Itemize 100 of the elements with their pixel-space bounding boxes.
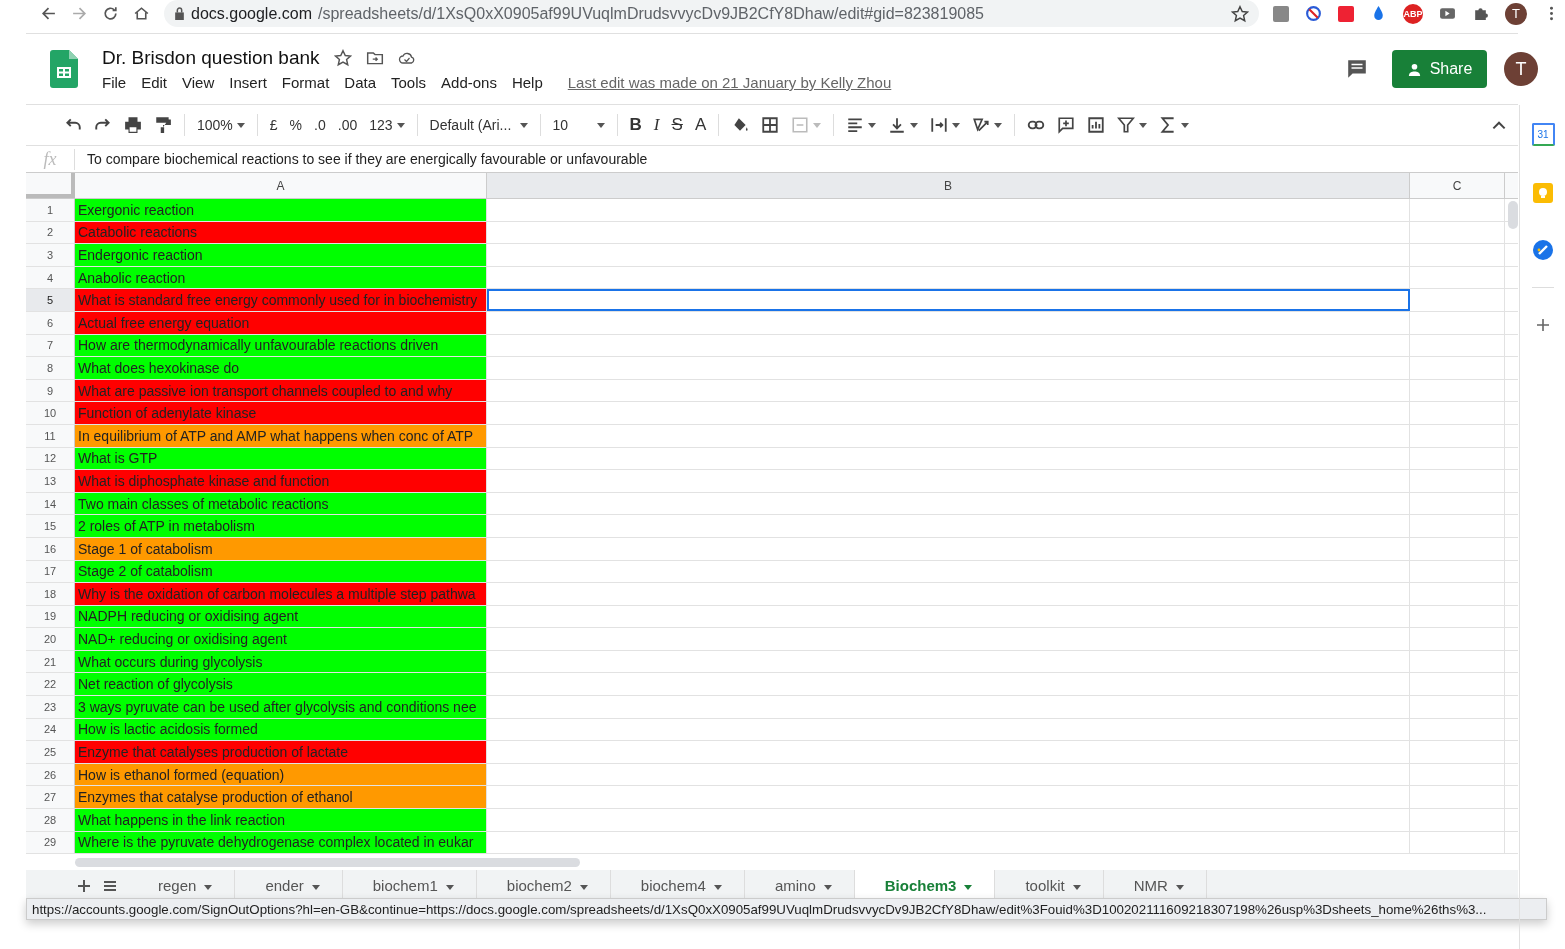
strikethrough-button[interactable]: S [671,115,683,135]
menu-item[interactable]: Data [344,74,376,91]
share-button[interactable]: Share [1392,50,1487,88]
table-cell[interactable]: How are thermodynamically unfavourable reactions driven [75,334,487,357]
number-format-dropdown[interactable]: 123 [369,117,393,133]
menu-item[interactable]: File [102,74,127,91]
forward-icon[interactable] [71,5,88,22]
table-cell[interactable]: Actual free energy equation [75,311,487,334]
table-cell[interactable]: What does hexokinase do [75,357,487,379]
star-icon[interactable] [333,49,352,67]
row-number[interactable]: 10 [26,402,75,424]
menu-item[interactable]: Help [511,74,543,91]
menu-item[interactable]: View [182,74,215,91]
table-cell[interactable]: NADPH reducing or oxidising agent [75,605,487,628]
row-number[interactable]: 4 [26,266,75,289]
menu-item[interactable]: Add-ons [441,74,497,91]
table-cell[interactable]: Stage 1 of catabolism [75,537,487,560]
borders-icon[interactable] [761,116,780,134]
back-icon[interactable] [40,5,57,22]
table-cell[interactable]: What is standard free energy commonly used for in biochemistry [75,289,487,311]
puzzle-icon[interactable] [1472,5,1489,22]
row-number[interactable]: 18 [26,583,75,605]
last-edit-link[interactable]: Last edit was made on 21 January by Kelly Zhou [567,74,892,91]
text-color-button[interactable]: A [694,115,707,135]
table-cell[interactable]: What is GTP [75,447,487,470]
comment-add-icon[interactable] [1057,116,1076,134]
table-cell[interactable]: What are passive ion transport channels coupled to and why [75,379,487,402]
row-number[interactable]: 27 [26,786,75,809]
row-number[interactable]: 28 [26,809,75,831]
menu-item[interactable]: Edit [141,74,168,91]
table-cell[interactable]: How is ethanol formed (equation) [75,763,487,786]
extension-icon[interactable] [1273,5,1289,22]
row-number[interactable]: 26 [26,763,75,786]
table-cell[interactable]: Net reaction of glycolysis [75,673,487,696]
menu-item[interactable]: Insert [229,74,267,91]
formula-input[interactable]: To compare biochemical reactions to see if they are energically favourable or unfavourable [87,151,648,167]
row-number[interactable]: 13 [26,470,75,492]
star-icon[interactable] [1231,4,1249,23]
percent-format[interactable]: % [289,117,303,133]
row-number[interactable]: 14 [26,492,75,515]
account-avatar[interactable]: T [1504,52,1538,86]
table-cell[interactable]: Catabolic reactions [75,221,487,244]
row-number[interactable]: 2 [26,221,75,244]
row-number[interactable]: 7 [26,334,75,357]
table-cell[interactable]: Why is the oxidation of carbon molecules a multiple step pathwa [75,583,487,605]
table-cell[interactable]: 2 roles of ATP in metabolism [75,515,487,537]
table-cell[interactable]: What happens in the link reaction [75,809,487,831]
row-number[interactable]: 9 [26,379,75,402]
print-icon[interactable] [124,116,142,134]
row-number[interactable]: 3 [26,244,75,266]
row-number[interactable]: 25 [26,741,75,763]
row-number[interactable]: 23 [26,696,75,718]
column-header[interactable]: B [487,173,1410,198]
document-title[interactable]: Dr. Brisdon question bank [102,47,320,69]
increase-decimal[interactable]: .00 [337,117,358,133]
add-sheet-icon[interactable] [76,878,92,895]
merge-cells-icon[interactable] [791,116,810,134]
sheets-logo-icon[interactable] [50,50,78,88]
table-cell[interactable]: Anabolic reaction [75,266,487,289]
table-cell[interactable]: Function of adenylate kinase [75,402,487,424]
extension-icon[interactable] [1338,5,1354,22]
paint-format-icon[interactable] [154,116,172,134]
row-number[interactable]: 29 [26,831,75,854]
font-dropdown[interactable]: Default (Ari... [429,117,516,133]
decrease-decimal[interactable]: .0 [314,117,326,133]
table-cell[interactable]: Two main classes of metabolic reactions [75,492,487,515]
column-header[interactable]: C [1410,173,1505,198]
row-number[interactable]: 20 [26,628,75,650]
address-bar[interactable]: docs.google.com /spreadsheets/d/1XsQ0xX0905af99UVuqlmDrudsvvycDv9JB2CfY8Dhaw/edit#gid=823819085 [164,0,1259,27]
row-number[interactable]: 16 [26,537,75,560]
currency-format[interactable]: £ [269,117,278,133]
menu-item[interactable]: Tools [391,74,427,91]
text-rotation-icon[interactable] [972,116,991,134]
bold-button[interactable]: B [629,115,642,135]
menu-item[interactable]: Format [281,74,330,91]
row-number[interactable]: 21 [26,650,75,673]
zoom-dropdown[interactable]: 100% [197,117,233,133]
select-all-corner[interactable] [26,173,75,198]
table-cell[interactable]: 3 ways pyruvate can be used after glycolysis and conditions nee [75,696,487,718]
profile-avatar[interactable]: T [1505,2,1527,25]
row-number[interactable]: 1 [26,199,75,221]
table-cell[interactable]: How is lactic acidosis formed [75,718,487,741]
adblock-badge[interactable]: ABP [1403,3,1423,24]
horizontal-scrollbar[interactable] [75,857,580,867]
table-cell[interactable]: What occurs during glycolysis [75,650,487,673]
table-cell[interactable]: Exergonic reaction [75,199,487,221]
row-number[interactable]: 17 [26,560,75,583]
row-number[interactable]: 6 [26,311,75,334]
comments-icon[interactable] [1346,58,1368,80]
table-cell[interactable]: Enzyme that catalyses production of lactate [75,741,487,763]
video-icon[interactable] [1439,5,1456,22]
table-cell[interactable]: Stage 2 of catabolism [75,560,487,583]
table-cell[interactable]: NAD+ reducing or oxidising agent [75,628,487,650]
home-icon[interactable] [133,5,150,22]
lightbulb-icon[interactable] [1533,183,1553,203]
chart-icon[interactable] [1087,116,1106,134]
text-wrap-icon[interactable] [930,116,949,134]
table-cell[interactable]: In equilibrium of ATP and AMP what happens when conc of ATP [75,424,487,447]
row-number[interactable]: 22 [26,673,75,696]
table-cell[interactable]: What is diphosphate kinase and function [75,470,487,492]
